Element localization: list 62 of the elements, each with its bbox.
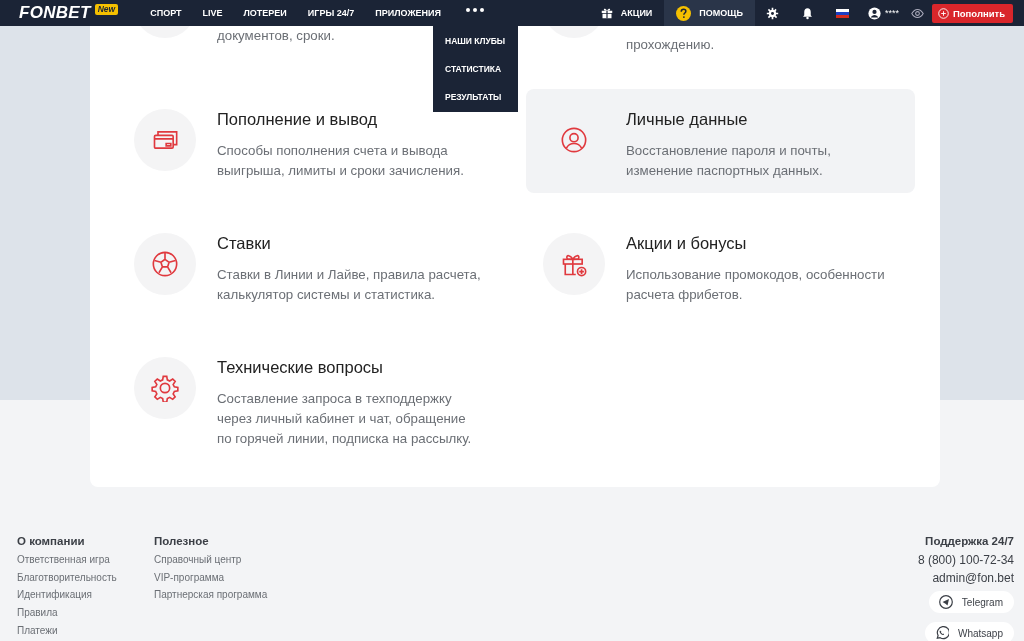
- menu-item[interactable]: РЕЗУЛЬТАТЫ: [433, 83, 518, 111]
- topic-description: изменение паспортных данных.: [626, 162, 824, 180]
- logo[interactable]: FONBET: [19, 3, 91, 23]
- topic-card[interactable]: Личные данные Восстановление пароля и почты, изменение паспортных данных.: [526, 89, 915, 193]
- topic-description: по горячей линии, подписка на рассылку.: [217, 430, 472, 448]
- messenger-button[interactable]: Telegram: [928, 591, 1014, 613]
- nav-link[interactable]: ИГРЫ 24/7: [307, 8, 355, 18]
- ball-icon: [151, 250, 179, 278]
- send-icon: [938, 595, 953, 609]
- topic-description: прохождению.: [626, 36, 715, 54]
- topic-description: Восстановление пароля и почты,: [626, 142, 831, 160]
- chat-icon: [934, 626, 949, 640]
- topic-description: Составление запроса в техподдержку: [217, 390, 453, 408]
- deposit-button[interactable]: Пополнить: [931, 3, 1013, 23]
- eye-icon[interactable]: [910, 6, 924, 20]
- topic-description: через личный кабинет и чат, обращение: [217, 410, 467, 428]
- topic-description: документов, сроки.: [217, 27, 335, 45]
- footer-link[interactable]: VIP-программа: [154, 568, 291, 587]
- support-phone: 8 (800) 100-72-34: [917, 552, 1014, 569]
- gear-icon: [151, 374, 179, 402]
- nav-link[interactable]: СПОРТ: [150, 8, 182, 18]
- footer-heading: О компании: [17, 534, 86, 549]
- support-email: admin@fon.bet: [932, 570, 1014, 587]
- topic-description: Использование промокодов, особенности: [626, 266, 885, 284]
- menu-item[interactable]: СТАТИСТИКА: [433, 55, 518, 83]
- topic-title: Ставки: [217, 233, 272, 253]
- topic-title: Пополнение и вывод: [217, 109, 379, 129]
- nav-link[interactable]: ЛОТЕРЕИ: [243, 8, 287, 18]
- header-link[interactable]: ПОМОЩЬ: [664, 0, 755, 26]
- user-icon: [560, 126, 588, 154]
- topic-title: Технические вопросы: [217, 357, 384, 377]
- gift-icon: [600, 7, 613, 19]
- topic-description: расчета фрибетов.: [626, 286, 744, 304]
- flag-icon[interactable]: [835, 8, 849, 18]
- footer-link[interactable]: Благотворительность: [17, 568, 154, 587]
- masked-balance: ****: [884, 8, 899, 18]
- footer-link[interactable]: Ответственная игра: [17, 551, 154, 569]
- nav-link[interactable]: ПРИЛОЖЕНИЯ: [375, 8, 441, 18]
- topic-description: калькулятор системы и статистика.: [217, 286, 437, 304]
- menu-item[interactable]: НАШИ КЛУБЫ: [433, 27, 518, 55]
- topic-description: выигрыша, лимиты и сроки зачисления.: [217, 162, 464, 180]
- footer-link[interactable]: Правила: [17, 604, 154, 622]
- settings-icon[interactable]: [765, 6, 779, 20]
- topic-title: Акции и бонусы: [626, 233, 748, 253]
- footer-link[interactable]: Партнерская программа: [154, 586, 291, 605]
- topic-description: Ставки в Линии и Лайве, правила расчета,: [217, 266, 481, 284]
- footer-heading: Полезное: [154, 534, 210, 549]
- footer-link[interactable]: Платежи: [17, 621, 154, 640]
- footer-link[interactable]: Идентификация: [17, 586, 154, 605]
- plus-circle-icon: [937, 7, 949, 19]
- bell-icon[interactable]: [800, 6, 814, 20]
- new-badge: New: [94, 4, 119, 15]
- more-icon[interactable]: [465, 8, 484, 12]
- support-heading: Поддержка 24/7: [925, 534, 1014, 549]
- topic-title: Личные данные: [626, 109, 749, 129]
- topic-description: Способы пополнения счета и вывода: [217, 142, 449, 160]
- header-link[interactable]: АКЦИИ: [588, 0, 665, 26]
- user-icon: [867, 6, 881, 20]
- nav-link[interactable]: LIVE: [202, 8, 223, 18]
- messenger-button[interactable]: Whatsapp: [924, 622, 1014, 641]
- footer-link[interactable]: Справочный центр: [154, 551, 291, 569]
- help-icon: [676, 5, 692, 21]
